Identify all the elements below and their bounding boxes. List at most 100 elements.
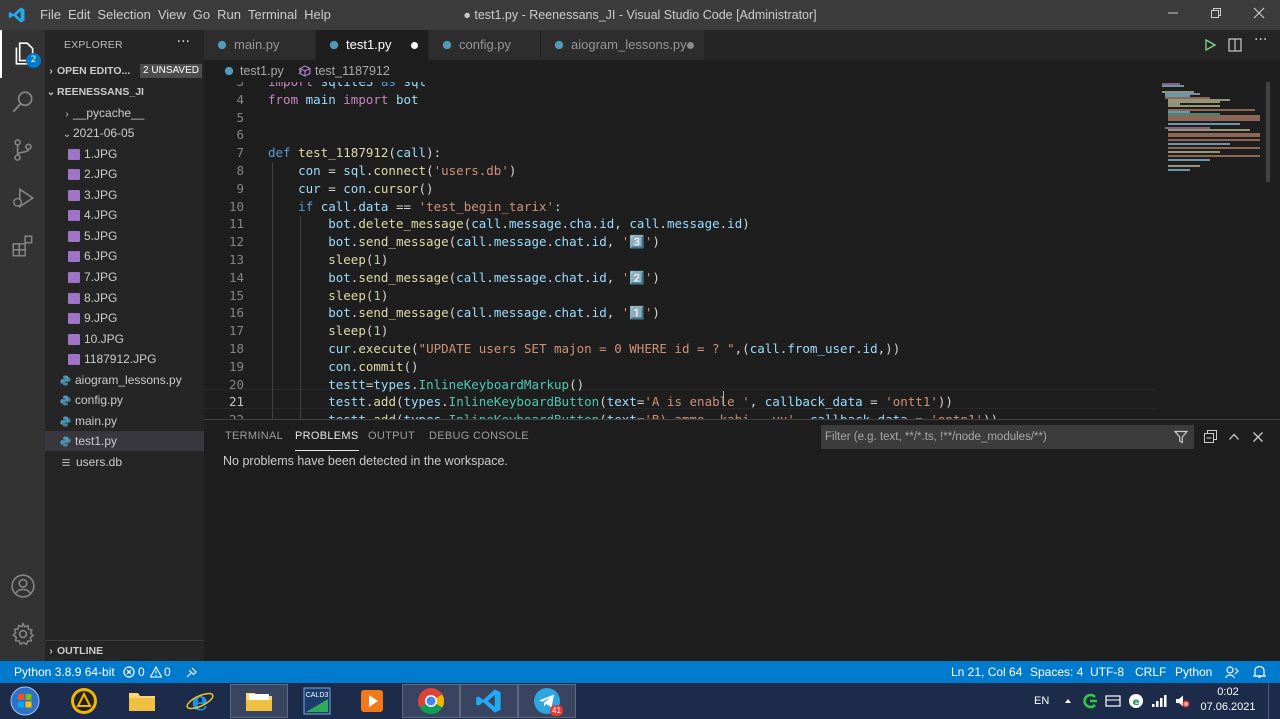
cursor-position[interactable]: Ln 21, Col 64 (951, 661, 1022, 683)
signal-icon[interactable] (1151, 694, 1167, 708)
activity-run-debug[interactable] (0, 174, 45, 222)
warning-icon[interactable] (150, 666, 162, 678)
activity-explorer[interactable]: 2 (0, 30, 45, 78)
more-actions-icon[interactable]: ··· (1254, 32, 1267, 48)
taskbar-internet-explorer[interactable]: e (171, 684, 229, 718)
open-editors-section[interactable]: › OPEN EDITO... 2 UNSAVED (45, 61, 204, 81)
file-3-jpg[interactable]: 3.JPG (45, 185, 227, 205)
taskbar-file-explorer[interactable] (113, 684, 171, 718)
encoding[interactable]: UTF-8 (1090, 661, 1124, 683)
code-line[interactable]: sleep(1) (268, 323, 388, 338)
unsaved-dot-icon[interactable] (687, 42, 694, 49)
code-line[interactable]: bot.delete_message(call.message.cha.id, … (268, 216, 750, 231)
tray-e-app-icon[interactable]: e (1128, 693, 1144, 709)
code-line[interactable]: sleep(1) (268, 288, 388, 303)
file-8-jpg[interactable]: 8.JPG (45, 288, 227, 308)
menu-file[interactable]: File (40, 0, 68, 30)
problems-filter-input[interactable] (821, 425, 1165, 449)
live-share-icon[interactable] (185, 666, 198, 679)
file-5-jpg[interactable]: 5.JPG (45, 226, 227, 246)
input-language[interactable]: EN (1034, 683, 1049, 719)
code-line[interactable]: con.commit() (268, 359, 418, 374)
file-6-jpg[interactable]: 6.JPG (45, 246, 227, 266)
indentation[interactable]: Spaces: 4 (1030, 661, 1083, 683)
code-line[interactable]: bot.send_message(call.message.chat.id, '… (268, 270, 660, 286)
taskbar-vscode[interactable] (460, 684, 518, 718)
taskbar-chrome[interactable] (402, 684, 460, 718)
code-line[interactable]: bot.send_message(call.message.chat.id, '… (268, 305, 660, 321)
unsaved-dot-icon[interactable] (411, 42, 418, 49)
code-line[interactable]: import sqlite3 as sql (268, 82, 426, 89)
file-2-jpg[interactable]: 2.JPG (45, 164, 227, 184)
workspace-root-section[interactable]: ⌄ REENESSANS_JI (45, 82, 204, 102)
show-desktop-button[interactable] (1268, 683, 1280, 719)
file-1-jpg[interactable]: 1.JPG (45, 144, 227, 164)
menu-selection[interactable]: Selection (97, 0, 157, 30)
file-7-jpg[interactable]: 7.JPG (45, 267, 227, 287)
code-line[interactable]: if call.data == 'test_begin_tarix': (268, 199, 561, 214)
menu-edit[interactable]: Edit (68, 0, 97, 30)
code-line[interactable]: sleep(1) (268, 252, 388, 267)
code-line[interactable]: from main import bot (268, 92, 419, 107)
minimize-button[interactable] (1150, 0, 1196, 30)
code-line[interactable]: def test_1187912(call): (268, 145, 441, 160)
file-config-py[interactable]: config.py (45, 390, 219, 410)
split-editor-icon[interactable] (1228, 38, 1242, 52)
tray-expand-icon[interactable] (1064, 697, 1072, 705)
taskbar-folder-open[interactable] (230, 684, 288, 718)
line-endings[interactable]: CRLF (1135, 661, 1166, 683)
collapse-all-icon[interactable] (1204, 430, 1217, 443)
file-main-py[interactable]: main.py (45, 411, 219, 431)
tray-app-icon[interactable] (1082, 693, 1098, 709)
file-9-jpg[interactable]: 9.JPG (45, 308, 227, 328)
error-icon[interactable] (123, 666, 135, 678)
python-interpreter[interactable]: Python 3.8.9 64-bit (14, 661, 115, 683)
file-10-jpg[interactable]: 10.JPG (45, 329, 227, 349)
volume-muted-icon[interactable] (1174, 693, 1190, 709)
close-window-button[interactable] (1236, 0, 1280, 30)
panel-tab-debug-console[interactable]: DEBUG CONSOLE (429, 430, 529, 442)
code-line[interactable]: testt.add(types.InlineKeyboardButton(tex… (268, 394, 953, 409)
taskbar-calc-app[interactable]: CALD3 (288, 684, 346, 718)
minimap[interactable] (1160, 82, 1270, 192)
code-line[interactable]: cur = con.cursor() (268, 181, 433, 196)
menu-view[interactable]: View (158, 0, 193, 30)
breadcrumb-file[interactable]: test1.py (240, 60, 284, 82)
file-1187912-jpg[interactable]: 1187912.JPG (45, 349, 227, 369)
activity-extensions[interactable] (0, 222, 45, 270)
more-actions-icon[interactable]: ··· (177, 34, 190, 50)
code-line[interactable]: bot.send_message(call.message.chat.id, '… (268, 234, 660, 250)
activity-source-control[interactable] (0, 126, 45, 174)
menu-run[interactable]: Run (217, 0, 248, 30)
error-count[interactable]: 0 (138, 661, 145, 683)
panel-tab-terminal[interactable]: TERMINAL (225, 430, 283, 442)
language-mode[interactable]: Python (1175, 661, 1212, 683)
code-editor[interactable]: 3 4 5 6 7 8 9 10 11 12 13 14 15 16 17 18 19 20 21 22 import… (204, 82, 1280, 419)
panel-tab-output[interactable]: OUTPUT (368, 430, 415, 442)
close-panel-icon[interactable] (1252, 431, 1264, 443)
run-file-icon[interactable] (1204, 39, 1216, 51)
clock[interactable]: 0:02 07.06.2021 (1198, 685, 1258, 715)
tray-network-app-icon[interactable] (1105, 693, 1121, 709)
outline-section[interactable]: › OUTLINE (45, 640, 204, 661)
code-line[interactable]: testt=types.InlineKeyboardMarkup() (268, 377, 584, 392)
filter-icon[interactable] (1174, 430, 1188, 444)
restore-button[interactable] (1193, 0, 1239, 30)
menu-terminal[interactable]: Terminal (248, 0, 304, 30)
taskbar-media-player[interactable] (343, 684, 401, 718)
tab-main-py[interactable]: main.py (204, 30, 315, 60)
activity-manage[interactable] (0, 610, 45, 658)
panel-tab-problems[interactable]: PROBLEMS (295, 430, 359, 451)
tab-test1-py[interactable]: test1.py (316, 30, 428, 60)
chevron-up-icon[interactable] (1228, 431, 1240, 443)
folder-pycache[interactable]: › __pycache__ (45, 103, 220, 123)
activity-search[interactable] (0, 78, 45, 126)
activity-accounts[interactable] (0, 562, 45, 610)
file-4-jpg[interactable]: 4.JPG (45, 205, 227, 225)
taskbar-app-1[interactable] (55, 684, 113, 718)
file-test1-py[interactable]: test1.py (45, 431, 219, 451)
tab-aiogram-lessons-py[interactable]: aiogram_lessons.py (541, 30, 704, 60)
file-aiogram-lessons-py[interactable]: aiogram_lessons.py (45, 370, 219, 390)
bell-icon[interactable] (1253, 665, 1266, 679)
folder-2021-06-05[interactable]: ⌄ 2021-06-05 (45, 123, 220, 143)
